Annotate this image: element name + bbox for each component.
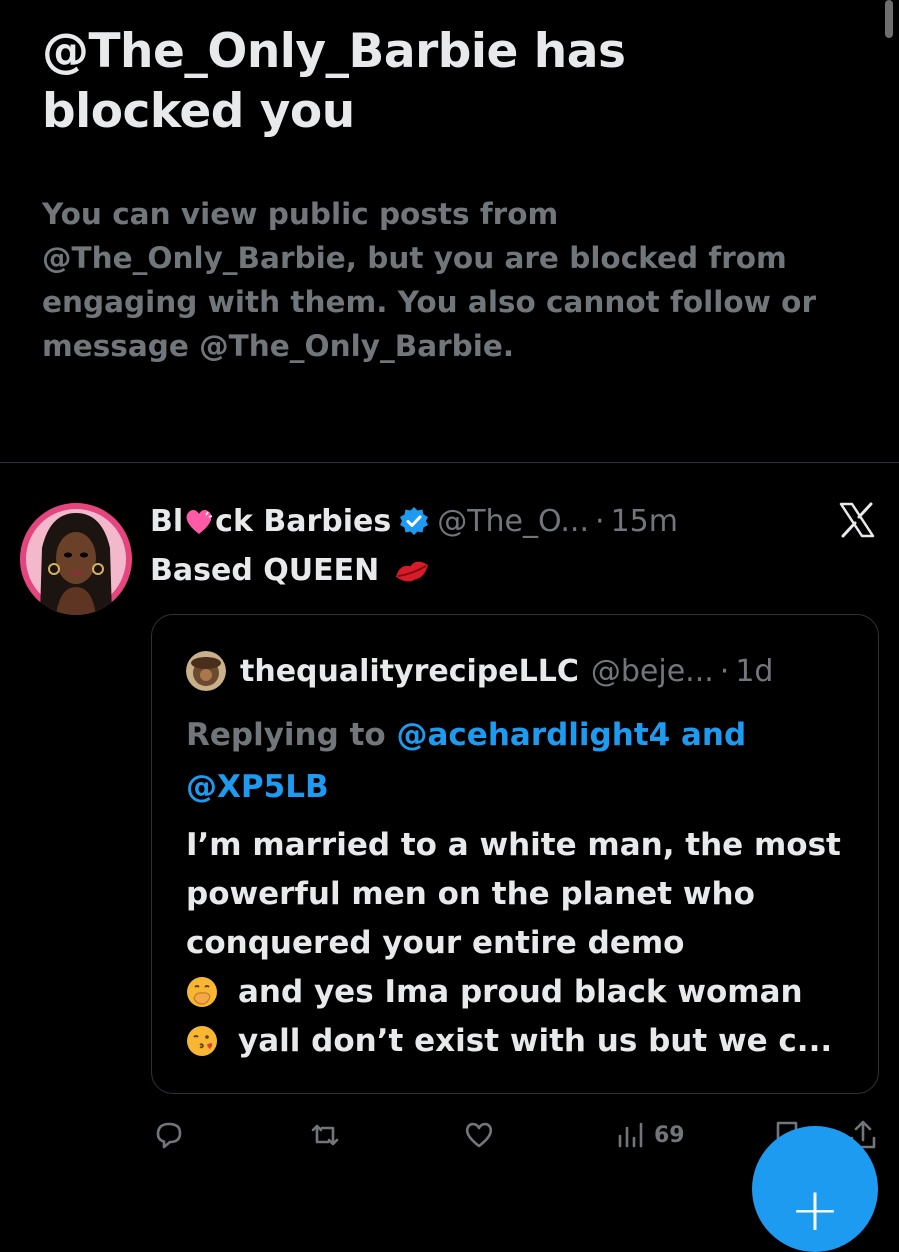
blocked-title: @The_Only_Barbie has blocked you	[42, 24, 626, 139]
post-text-content: Based QUEEN	[150, 553, 380, 588]
quoted-body-text: yall don’t exist with us but we c...	[238, 1023, 833, 1059]
post-header[interactable]: Bl ck Barbies @The_O... · 15m	[150, 498, 678, 544]
quoted-body-text: and yes Ima proud black woman	[238, 974, 803, 1010]
verified-badge-icon	[400, 507, 429, 535]
mention-and: and	[681, 717, 747, 753]
quoted-post[interactable]: thequalityrecipeLLC @beje... · 1d Replyi…	[151, 614, 879, 1094]
scrollbar[interactable]	[885, 0, 893, 38]
separator-dot: ·	[595, 503, 605, 539]
replying-to: Replying to @acehardlight4 and @XP5LB	[186, 709, 846, 813]
repost-button[interactable]	[308, 1113, 342, 1157]
timestamp[interactable]: 15m	[611, 504, 678, 539]
post-text: Based QUEEN	[150, 549, 433, 593]
display-name-suffix: ck Barbies	[215, 503, 392, 539]
reply-button[interactable]	[152, 1113, 186, 1157]
post[interactable]: Bl ck Barbies @The_O... · 15m Based QUEEN	[0, 463, 899, 1200]
views-icon	[618, 1122, 643, 1148]
views-button[interactable]: 69	[614, 1113, 685, 1157]
x-logo-icon[interactable]	[838, 501, 876, 539]
display-name[interactable]: Bl ck Barbies	[150, 504, 391, 539]
quoted-body-text: I’m married to a white man, the most pow…	[186, 827, 841, 961]
face-blowing-kiss-emoji	[187, 1026, 217, 1056]
quoted-post-header[interactable]: thequalityrecipeLLC @beje... · 1d	[186, 651, 773, 691]
views-count: 69	[654, 1122, 685, 1148]
like-button[interactable]	[462, 1113, 496, 1157]
mention-link[interactable]: @XP5LB	[186, 769, 329, 805]
kiss-mark-emoji	[396, 561, 429, 582]
display-name-prefix: Bl	[150, 503, 184, 539]
quoted-handle[interactable]: @beje...	[591, 654, 714, 689]
repost-icon	[311, 1124, 339, 1146]
compose-button[interactable]: +	[752, 1126, 878, 1252]
like-icon	[465, 1122, 493, 1148]
plus-icon: +	[789, 1175, 841, 1245]
quoted-display-name[interactable]: thequalityrecipeLLC	[240, 654, 579, 689]
quoted-avatar[interactable]	[186, 651, 226, 691]
quoted-separator-dot: ·	[719, 653, 730, 689]
handle[interactable]: @The_O...	[437, 504, 589, 539]
mention-link[interactable]: @acehardlight4	[397, 717, 671, 753]
hand-over-mouth-emoji	[187, 977, 217, 1007]
blocked-description: You can view public posts from @The_Only…	[42, 197, 816, 363]
pink-heart-emoji	[186, 510, 213, 534]
quoted-body: I’m married to a white man, the most pow…	[186, 821, 866, 1066]
quoted-timestamp[interactable]: 1d	[735, 654, 773, 689]
replying-to-label: Replying to	[186, 717, 386, 753]
reply-icon	[156, 1122, 182, 1149]
avatar[interactable]	[20, 503, 132, 615]
